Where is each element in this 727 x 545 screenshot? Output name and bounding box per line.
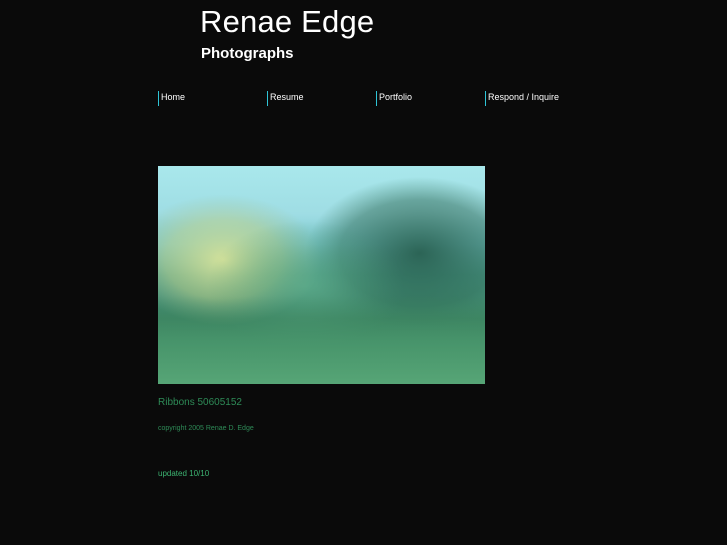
nav-portfolio-link[interactable]: Portfolio xyxy=(376,91,412,106)
photo-caption: Ribbons 50605152 xyxy=(158,397,242,408)
nav-home-link[interactable]: Home xyxy=(158,91,185,106)
main-nav: Home Resume Portfolio Respond / Inquire xyxy=(158,91,578,107)
page: Renae Edge Photographs Home Resume Portf… xyxy=(0,0,727,545)
nav-resume-link[interactable]: Resume xyxy=(267,91,304,106)
featured-photograph xyxy=(158,166,485,384)
copyright-notice: copyright 2005 Renae D. Edge xyxy=(158,425,254,432)
site-title: Renae Edge xyxy=(200,4,375,39)
site-subtitle: Photographs xyxy=(201,45,294,62)
updated-date: updated 10/10 xyxy=(158,469,210,478)
nav-respond-inquire-link[interactable]: Respond / Inquire xyxy=(485,91,559,106)
